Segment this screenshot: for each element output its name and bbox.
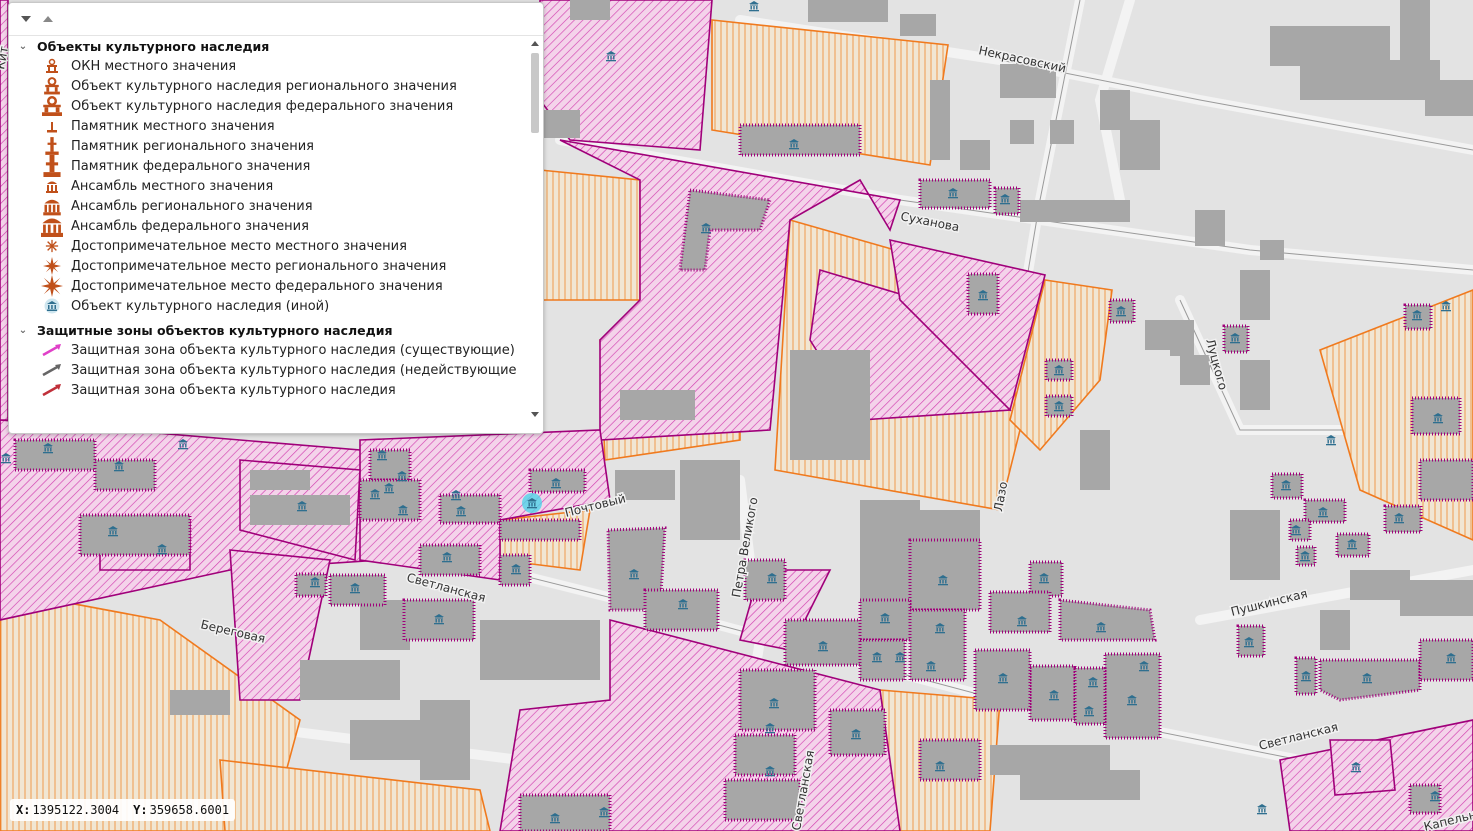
coordinates-readout: X: 1395122.3004 Y: 359658.6001 [10, 799, 236, 821]
legend-item[interactable]: Защитная зона объекта культурного наслед… [9, 340, 529, 360]
legend-item-label: ОКН местного значения [71, 58, 237, 74]
legend-item-label: Памятник местного значения [71, 118, 275, 134]
legend-item-label: Объект культурного наследия федерального… [71, 98, 454, 114]
legend-group-heritage[interactable]: ⌄ Объекты культурного наследия [9, 36, 529, 56]
temple-medium-icon [39, 76, 65, 96]
monument-large-icon [39, 155, 65, 177]
legend-item[interactable]: Достопримечательное место регионального … [9, 256, 529, 276]
ensemble-small-icon [39, 176, 65, 196]
legend-item[interactable]: Памятник федерального значения [9, 155, 529, 177]
scroll-down-icon[interactable] [530, 409, 540, 419]
heritage-other-icon [39, 296, 65, 316]
legend-item[interactable]: Объект культурного наследия региональног… [9, 76, 529, 96]
legend-item[interactable]: Ансамбль регионального значения [9, 196, 529, 216]
legend-item-label: Памятник регионального значения [71, 138, 314, 154]
temple-large-icon [39, 96, 65, 116]
collapse-down-icon[interactable] [18, 12, 34, 26]
legend-item[interactable]: Защитная зона объекта культурного наслед… [9, 360, 529, 380]
x-value: 1395122.3004 [32, 803, 120, 817]
legend-group-title: Объекты культурного наследия [37, 38, 270, 54]
legend-item[interactable]: Памятник регионального значения [9, 136, 529, 156]
collapse-up-icon[interactable] [40, 12, 56, 26]
legend-toolbar [9, 3, 543, 36]
legend-item-label: Объект культурного наследия (иной) [71, 298, 330, 314]
landmark-large-icon [39, 275, 65, 297]
chevron-down-icon[interactable]: ⌄ [9, 325, 37, 336]
scroll-thumb[interactable] [531, 53, 539, 133]
legend-item[interactable]: Защитная зона объекта культурного наслед… [9, 380, 529, 400]
ensemble-large-icon [39, 216, 65, 237]
legend-item-label: Защитная зона объекта культурного наслед… [71, 342, 515, 358]
legend-item-label: Памятник федерального значения [71, 158, 311, 174]
scroll-up-icon[interactable] [530, 39, 540, 49]
legend-panel: ⌄ Объекты культурного наследия ОКН местн… [8, 2, 544, 434]
monument-small-icon [39, 116, 65, 136]
legend-item-label: Объект культурного наследия региональног… [71, 78, 457, 94]
landmark-small-icon [39, 236, 65, 256]
legend-item[interactable]: Достопримечательное место федерального з… [9, 275, 529, 297]
legend-item-label: Достопримечательное место местного значе… [71, 238, 407, 254]
legend-item[interactable]: Объект культурного наследия (иной) [9, 296, 529, 316]
legend-item-label: Ансамбль федерального значения [71, 218, 309, 234]
zone-gray-arrow-icon [39, 360, 65, 380]
legend-item-label: Достопримечательное место федерального з… [71, 278, 443, 294]
x-label: X: [16, 803, 31, 817]
legend-group-zones[interactable]: ⌄ Защитные зоны объектов культурного нас… [9, 320, 529, 340]
y-label: Y: [133, 803, 148, 817]
landmark-medium-icon [39, 256, 65, 276]
legend-item-label: Защитная зона объекта культурного наслед… [71, 362, 517, 378]
legend-item-label: Достопримечательное место регионального … [71, 258, 447, 274]
legend-item-label: Ансамбль регионального значения [71, 198, 313, 214]
legend-item[interactable]: Ансамбль местного значения [9, 176, 529, 196]
monument-medium-icon [39, 136, 65, 156]
zone-red-arrow-icon [39, 380, 65, 400]
temple-small-icon [39, 56, 65, 76]
legend-item[interactable]: Ансамбль федерального значения [9, 216, 529, 237]
chevron-down-icon[interactable]: ⌄ [9, 41, 37, 52]
legend-group-title: Защитные зоны объектов культурного насле… [37, 322, 393, 338]
legend-item[interactable]: Памятник местного значения [9, 116, 529, 136]
legend-item[interactable]: ОКН местного значения [9, 56, 529, 76]
legend-list[interactable]: ⌄ Объекты культурного наследия ОКН местн… [9, 36, 529, 433]
legend-item[interactable]: Достопримечательное место местного значе… [9, 236, 529, 256]
legend-item-label: Защитная зона объекта культурного наслед… [71, 382, 396, 398]
y-value: 359658.6001 [149, 803, 230, 817]
legend-scrollbar[interactable] [529, 39, 541, 427]
ensemble-medium-icon [39, 196, 65, 216]
legend-item[interactable]: Объект культурного наследия федерального… [9, 96, 529, 116]
zone-pink-arrow-icon [39, 340, 65, 360]
legend-item-label: Ансамбль местного значения [71, 178, 274, 194]
